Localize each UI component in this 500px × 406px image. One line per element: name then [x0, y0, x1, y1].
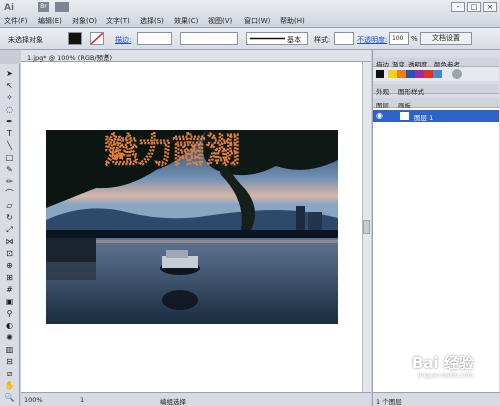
color-guide-base[interactable] [376, 70, 384, 78]
watermark-url: jingyan.baidu.com [418, 372, 474, 379]
opacity-unit: % [411, 35, 418, 43]
graph-tool-icon[interactable]: ▥ [3, 344, 16, 355]
menu-help[interactable]: 帮助(H) [280, 16, 305, 26]
current-tool-status[interactable]: 编组选择 [160, 396, 186, 406]
lake-photo[interactable]: 魅力南湖 [46, 130, 338, 324]
opacity-field[interactable]: 100 [389, 32, 409, 45]
bridge-button[interactable]: Br [38, 2, 49, 12]
tab-graphic-styles[interactable]: 图形样式 [398, 86, 424, 96]
symbol-sprayer-icon[interactable]: ✺ [3, 332, 16, 343]
mesh-tool-icon[interactable]: # [3, 284, 16, 295]
color-swatch[interactable] [433, 70, 442, 78]
menu-select[interactable]: 选择(S) [140, 16, 164, 26]
arrange-documents-button[interactable] [55, 2, 69, 12]
type-tool-icon[interactable]: T [3, 128, 16, 139]
none-stroke-icon [90, 32, 104, 45]
shape-builder-icon[interactable]: ⊕ [3, 260, 16, 271]
zoom-tool-icon[interactable]: 🔍 [3, 392, 16, 403]
width-tool-icon[interactable]: ⋈ [3, 236, 16, 247]
selection-status: 未选择对象 [8, 36, 43, 44]
stroke-label[interactable]: 描边: [115, 35, 131, 45]
document-tab[interactable]: 1.jpg* @ 100% (RGB/预览) [27, 52, 112, 62]
lasso-tool-icon[interactable]: ◌ [3, 104, 16, 115]
minimize-button[interactable]: - [451, 2, 465, 12]
magic-wand-icon[interactable]: ✧ [3, 92, 16, 103]
gradient-tool-icon[interactable]: ▣ [3, 296, 16, 307]
perspective-grid-icon[interactable]: ⊞ [3, 272, 16, 283]
layers-tab-bar [373, 98, 499, 108]
menu-edit[interactable]: 编辑(E) [38, 16, 62, 26]
menu-view[interactable]: 视图(V) [208, 16, 232, 26]
color-swatch[interactable] [424, 70, 433, 78]
window-controls: - □ × [451, 2, 497, 12]
menu-file[interactable]: 文件(F) [4, 16, 28, 26]
selection-tool-icon[interactable]: ➤ [3, 68, 16, 79]
zoom-level[interactable]: 100% [24, 396, 43, 404]
color-swatch[interactable] [406, 70, 415, 78]
stroke-weight-field[interactable] [137, 32, 172, 45]
line-tool-icon[interactable]: ╲ [3, 140, 16, 151]
pen-tool-icon[interactable]: ✒ [3, 116, 16, 127]
menu-window[interactable]: 窗口(W) [244, 16, 270, 26]
menu-object[interactable]: 对象(O) [72, 16, 97, 26]
blob-brush-icon[interactable]: ⌒ [3, 188, 16, 199]
scrollbar-thumb[interactable] [363, 220, 370, 234]
color-swatch[interactable] [415, 70, 424, 78]
style-label: 样式: [314, 36, 331, 44]
lake-scene-image: 魅力南湖 [46, 130, 338, 324]
illustrator-window: Ai Br 文件(F) 编辑(E) 对象(O) 文字(T) 选择(S) 效果(C… [0, 0, 500, 406]
illustrator-logo: Ai [4, 3, 15, 13]
dashed-title-text: 魅力南湖 [104, 131, 240, 171]
page-number[interactable]: 1 [80, 396, 84, 404]
document-setup-button[interactable]: 文档设置 [420, 32, 472, 45]
close-button[interactable]: × [483, 2, 497, 12]
control-bar: 未选择对象 描边: 基本 样式: 不透明度: 100 % 文档设置 [0, 28, 500, 50]
rectangle-tool-icon[interactable]: □ [3, 152, 16, 163]
eraser-tool-icon[interactable]: ▱ [3, 200, 16, 211]
eye-icon[interactable]: ◉ [376, 111, 383, 120]
stroke-color-swatch[interactable] [90, 32, 104, 45]
pencil-tool-icon[interactable]: ✏ [3, 176, 16, 187]
line-style-label: 基本 [287, 36, 301, 44]
slice-tool-icon[interactable]: ⧄ [3, 368, 16, 379]
paintbrush-tool-icon[interactable]: ✎ [3, 164, 16, 175]
watermark-brand: Bai 经验 [412, 354, 474, 372]
color-swatch[interactable] [388, 70, 397, 78]
direct-selection-tool-icon[interactable]: ↖ [3, 80, 16, 91]
rotate-tool-icon[interactable]: ↻ [3, 212, 16, 223]
maximize-button[interactable]: □ [467, 2, 481, 12]
color-harmony-icon[interactable] [452, 69, 462, 79]
blend-tool-icon[interactable]: ◐ [3, 320, 16, 331]
layer-count: 1 个图层 [376, 398, 402, 406]
eyedropper-icon[interactable]: ⚲ [3, 308, 16, 319]
menu-effect[interactable]: 效果(C) [174, 16, 198, 26]
layer-row[interactable] [373, 110, 499, 122]
layer-thumbnail [400, 112, 409, 120]
status-bar [21, 392, 371, 406]
graphic-style-picker[interactable] [334, 32, 354, 45]
layer-name[interactable]: 图层 1 [414, 112, 433, 122]
free-transform-icon[interactable]: ⊡ [3, 248, 16, 259]
artboard-tool-icon[interactable]: ⊟ [3, 356, 16, 367]
opacity-label[interactable]: 不透明度: [357, 35, 387, 45]
close-tab-icon[interactable]: × [104, 52, 109, 60]
tools-panel: ➤ ↖ ✧ ◌ ✒ T ╲ □ ✎ ✏ ⌒ ▱ ↻ ⤢ ⋈ ⊡ ⊕ ⊞ # ▣ … [0, 64, 20, 406]
fill-color-swatch[interactable] [68, 32, 82, 45]
tab-appearance[interactable]: 外观 [376, 86, 389, 96]
panel-tab-bar-2 [373, 84, 499, 94]
scale-tool-icon[interactable]: ⤢ [3, 224, 16, 235]
hand-tool-icon[interactable]: ✋ [3, 380, 16, 391]
variable-width-profile[interactable] [180, 32, 238, 45]
line-style-preview [250, 37, 285, 40]
layers-list [373, 108, 499, 392]
color-swatch[interactable] [397, 70, 406, 78]
menu-type[interactable]: 文字(T) [106, 16, 130, 26]
